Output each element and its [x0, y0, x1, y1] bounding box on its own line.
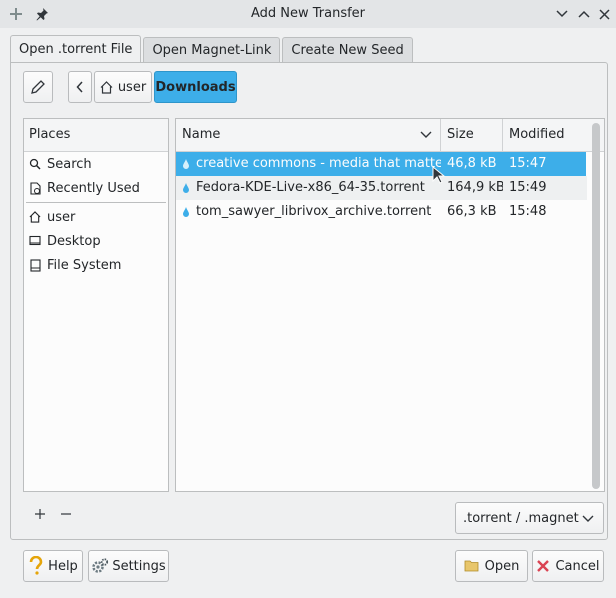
- open-button[interactable]: Open: [455, 550, 528, 582]
- add-place-icon[interactable]: [34, 505, 46, 524]
- gear-icon: [92, 558, 109, 573]
- places-item-search[interactable]: Search: [24, 152, 168, 176]
- file-modified: 15:47: [509, 156, 547, 171]
- torrent-file-icon: [183, 206, 189, 217]
- remove-place-icon[interactable]: [60, 505, 72, 524]
- pencil-icon: [31, 80, 45, 94]
- edit-location-button[interactable]: [23, 71, 53, 103]
- cancel-button[interactable]: Cancel: [532, 550, 604, 582]
- file-size: 164,9 kB: [441, 176, 503, 200]
- settings-button[interactable]: Settings: [88, 550, 169, 582]
- places-item-label: Desktop: [47, 233, 101, 249]
- file-list-header: Name Size Modified: [176, 119, 604, 152]
- file-row[interactable]: Fedora-KDE-Live-x86_64-35.torrent 164,9 …: [176, 176, 587, 200]
- path-button-downloads[interactable]: Downloads: [154, 71, 237, 103]
- places-item-label: File System: [47, 257, 122, 273]
- column-header-name[interactable]: Name: [176, 119, 441, 151]
- help-icon: [29, 556, 43, 575]
- places-sidebar: Places Search Recently Used user Desktop…: [23, 118, 169, 492]
- title-bar: Add New Transfer: [0, 0, 616, 28]
- mouse-cursor-icon: [432, 166, 446, 184]
- torrent-file-icon: [183, 158, 189, 169]
- places-item-label: Search: [47, 156, 92, 172]
- vertical-scrollbar[interactable]: [592, 123, 600, 489]
- chevron-up-icon[interactable]: [574, 4, 594, 24]
- places-divider: [26, 202, 166, 203]
- chevron-down-icon[interactable]: [552, 4, 572, 24]
- folder-open-icon: [464, 560, 479, 572]
- home-icon: [28, 211, 42, 223]
- help-button[interactable]: Help: [23, 550, 83, 582]
- path-user-label: user: [117, 79, 147, 95]
- chevron-left-icon: [76, 81, 83, 93]
- chevron-down-icon: [582, 515, 594, 522]
- torrent-file-icon: [183, 182, 189, 193]
- tab-bar: Open .torrent File Open Magnet-Link Crea…: [10, 35, 415, 63]
- close-icon[interactable]: [594, 4, 614, 24]
- file-name: creative commons - media that matte…: [196, 156, 441, 171]
- column-header-modified[interactable]: Modified: [503, 119, 587, 151]
- sort-chevron-down-icon: [420, 131, 432, 138]
- file-type-filter-select[interactable]: .torrent / .magnet: [455, 502, 604, 534]
- cancel-x-icon: [537, 560, 550, 572]
- column-header-size[interactable]: Size: [441, 119, 503, 151]
- places-item-user[interactable]: user: [24, 205, 168, 229]
- drive-icon: [28, 258, 42, 272]
- file-row[interactable]: tom_sawyer_librivox_archive.torrent 66,3…: [176, 200, 586, 224]
- tab-open-torrent[interactable]: Open .torrent File: [10, 35, 142, 62]
- filter-selected-value: .torrent / .magnet: [463, 510, 579, 526]
- tab-create-seed[interactable]: Create New Seed: [282, 37, 413, 62]
- back-button[interactable]: [68, 71, 92, 103]
- file-modified: 15:49: [503, 176, 587, 200]
- places-header: Places: [24, 119, 168, 152]
- recent-document-icon: [28, 181, 42, 195]
- file-row[interactable]: creative commons - media that matte… 46,…: [176, 152, 586, 176]
- places-item-recent[interactable]: Recently Used: [24, 176, 168, 200]
- places-item-filesystem[interactable]: File System: [24, 253, 168, 277]
- file-name: Fedora-KDE-Live-x86_64-35.torrent: [196, 180, 425, 195]
- places-item-label: user: [47, 209, 76, 225]
- file-modified: 15:48: [509, 204, 547, 219]
- desktop-icon: [28, 235, 42, 247]
- file-size: 46,8 kB: [447, 156, 497, 171]
- file-name: tom_sawyer_librivox_archive.torrent: [196, 204, 432, 219]
- home-icon: [100, 80, 113, 94]
- search-icon: [28, 158, 42, 170]
- path-button-user[interactable]: user: [94, 71, 152, 103]
- tab-open-magnet[interactable]: Open Magnet-Link: [143, 37, 281, 62]
- places-item-label: Recently Used: [47, 180, 140, 196]
- window-title: Add New Transfer: [250, 6, 366, 21]
- file-list[interactable]: Name Size Modified creative commons - me…: [175, 118, 605, 492]
- file-size: 66,3 kB: [447, 204, 497, 219]
- places-item-desktop[interactable]: Desktop: [24, 229, 168, 253]
